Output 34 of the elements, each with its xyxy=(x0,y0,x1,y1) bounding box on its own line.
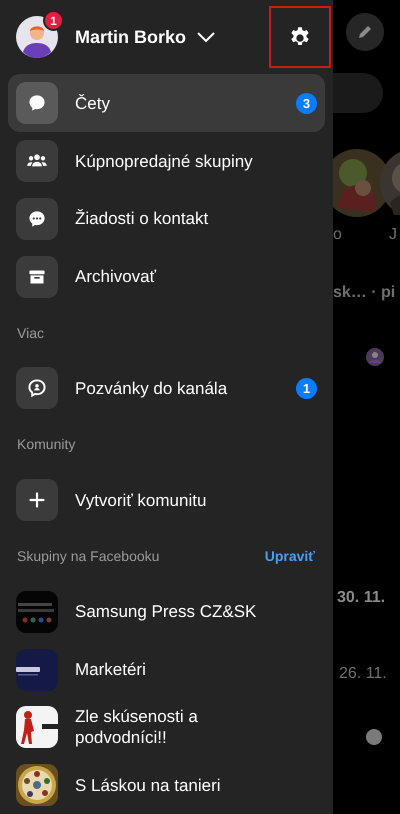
section-title: Komunity xyxy=(17,436,76,452)
menu-item[interactable]: Vytvoriť komunitu xyxy=(8,471,325,529)
message-date: 26. 11. xyxy=(339,665,387,683)
chevron-down-icon[interactable] xyxy=(196,31,216,44)
chat-bubble-icon xyxy=(16,82,58,124)
edit-link[interactable]: Upraviť xyxy=(264,548,315,564)
plus-icon xyxy=(16,479,58,522)
section-title: Viac xyxy=(17,324,44,341)
section-title: Skupiny na Facebooku xyxy=(17,548,160,564)
group-item[interactable]: Zle skúsenosti a podvodníci!! xyxy=(8,698,325,756)
count-badge: 3 xyxy=(296,92,317,114)
chat-person-icon xyxy=(16,367,58,410)
pencil-icon xyxy=(356,23,374,41)
count-badge: 1 xyxy=(296,378,317,399)
group-item[interactable]: Marketéri xyxy=(8,640,325,698)
archive-icon xyxy=(16,256,58,298)
menu-item[interactable]: Čety 3 xyxy=(8,74,325,132)
menu-item[interactable]: Archivovať xyxy=(8,248,325,306)
group-item[interactable]: S Láskou na tanieri xyxy=(8,756,325,814)
menu-item[interactable]: Kúpnopredajné skupiny xyxy=(8,132,325,190)
notification-badge: 1 xyxy=(43,10,64,32)
group-item[interactable]: Samsung Press CZ&SK xyxy=(8,582,325,641)
profile-name[interactable]: Martin Borko xyxy=(75,26,186,48)
menu-item[interactable]: Pozvánky do kanála 1 xyxy=(8,360,325,418)
menu-item[interactable]: Žiadosti o kontakt xyxy=(8,190,325,248)
story-name: o xyxy=(333,226,342,244)
chat-dots-icon xyxy=(16,198,58,240)
people-icon xyxy=(16,140,58,182)
status-dot xyxy=(366,729,382,745)
compose-button[interactable] xyxy=(346,13,384,51)
story-name: J xyxy=(389,226,397,244)
avatar-icon xyxy=(366,348,384,366)
message-preview: sk… · pi xyxy=(333,284,396,302)
message-date: 30. 11. xyxy=(337,589,386,607)
